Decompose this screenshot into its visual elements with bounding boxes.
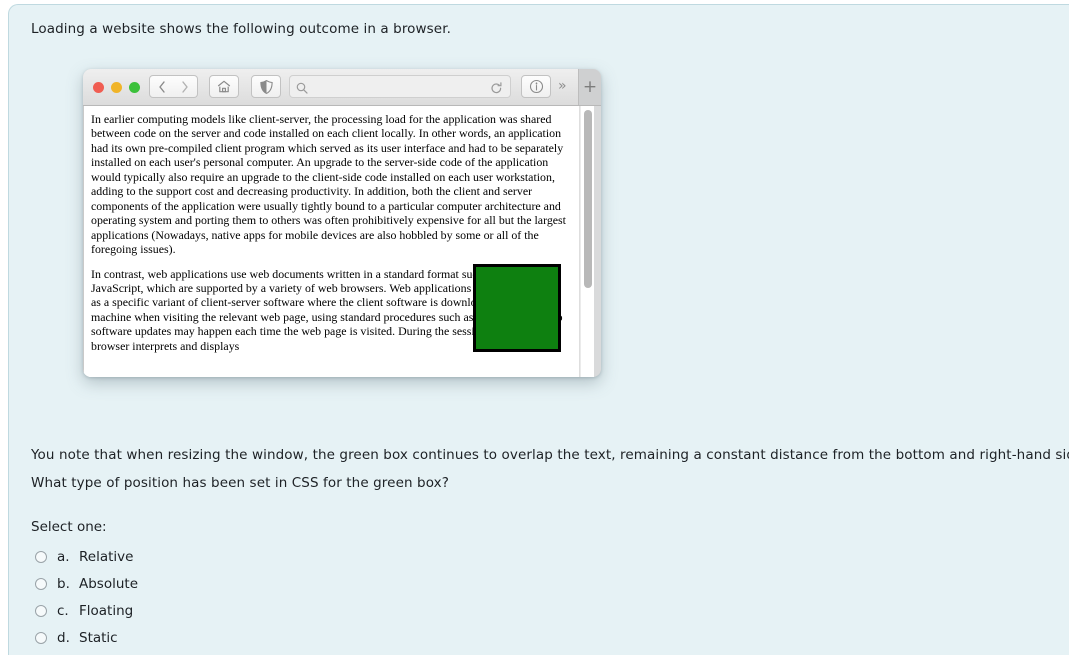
question-prompt: What type of position has been set in CS… [31, 475, 449, 491]
option-label-b: Absolute [79, 575, 139, 592]
question-statement: You note that when resizing the window, … [31, 447, 1069, 463]
green-box [473, 264, 561, 352]
new-tab-plus-icon: + [582, 76, 598, 97]
quiz-panel: Loading a website shows the following ou… [8, 4, 1069, 655]
browser-window-mock: » + In earlier computing models like cli… [83, 69, 601, 377]
radio-button-c[interactable] [35, 604, 47, 617]
info-icon [529, 79, 544, 94]
overflow-chevrons-icon: » [558, 78, 567, 94]
option-letter-c: c. [57, 602, 69, 619]
close-window-button[interactable] [93, 82, 104, 93]
option-letter-d: d. [57, 629, 70, 646]
answer-options: a. Relative b. Absolute c. Floating d. S… [35, 543, 455, 651]
radio-button-d[interactable] [35, 631, 47, 644]
option-d[interactable]: d. Static [35, 624, 455, 651]
radio-button-a[interactable] [35, 550, 47, 563]
minimize-window-button[interactable] [111, 82, 122, 93]
intro-text: Loading a website shows the following ou… [31, 21, 452, 37]
browser-toolbar: » + [83, 69, 601, 106]
address-input[interactable] [312, 76, 486, 99]
toolbar-overflow-button[interactable]: » [558, 79, 567, 93]
scrollbar-thumb[interactable] [584, 110, 592, 288]
search-icon [296, 80, 308, 99]
back-chevron-icon [158, 80, 166, 93]
privacy-shield-button[interactable] [251, 75, 281, 98]
option-label-c: Floating [79, 602, 134, 619]
browser-viewport: In earlier computing models like client-… [83, 106, 594, 377]
forward-button[interactable] [173, 75, 198, 98]
address-bar[interactable] [289, 75, 511, 99]
option-b[interactable]: b. Absolute [35, 570, 455, 597]
option-c[interactable]: c. Floating [35, 597, 455, 624]
forward-chevron-icon [181, 80, 189, 93]
option-letter-a: a. [57, 548, 70, 565]
select-one-label: Select one: [31, 519, 107, 535]
option-a[interactable]: a. Relative [35, 543, 455, 570]
back-button[interactable] [149, 75, 174, 98]
page-paragraph-1: In earlier computing models like client-… [91, 112, 566, 257]
window-controls [93, 82, 140, 93]
home-button[interactable] [209, 75, 239, 98]
shield-privacy-icon [259, 79, 273, 94]
new-tab-button[interactable]: + [578, 69, 601, 105]
option-label-a: Relative [79, 548, 134, 565]
maximize-window-button[interactable] [129, 82, 140, 93]
radio-button-b[interactable] [35, 577, 47, 590]
page-info-button[interactable] [521, 75, 551, 98]
option-label-d: Static [79, 629, 118, 646]
home-icon [217, 80, 231, 93]
reload-icon[interactable] [490, 80, 503, 99]
option-letter-b: b. [57, 575, 70, 592]
page-vertical-scrollbar[interactable] [580, 106, 594, 377]
